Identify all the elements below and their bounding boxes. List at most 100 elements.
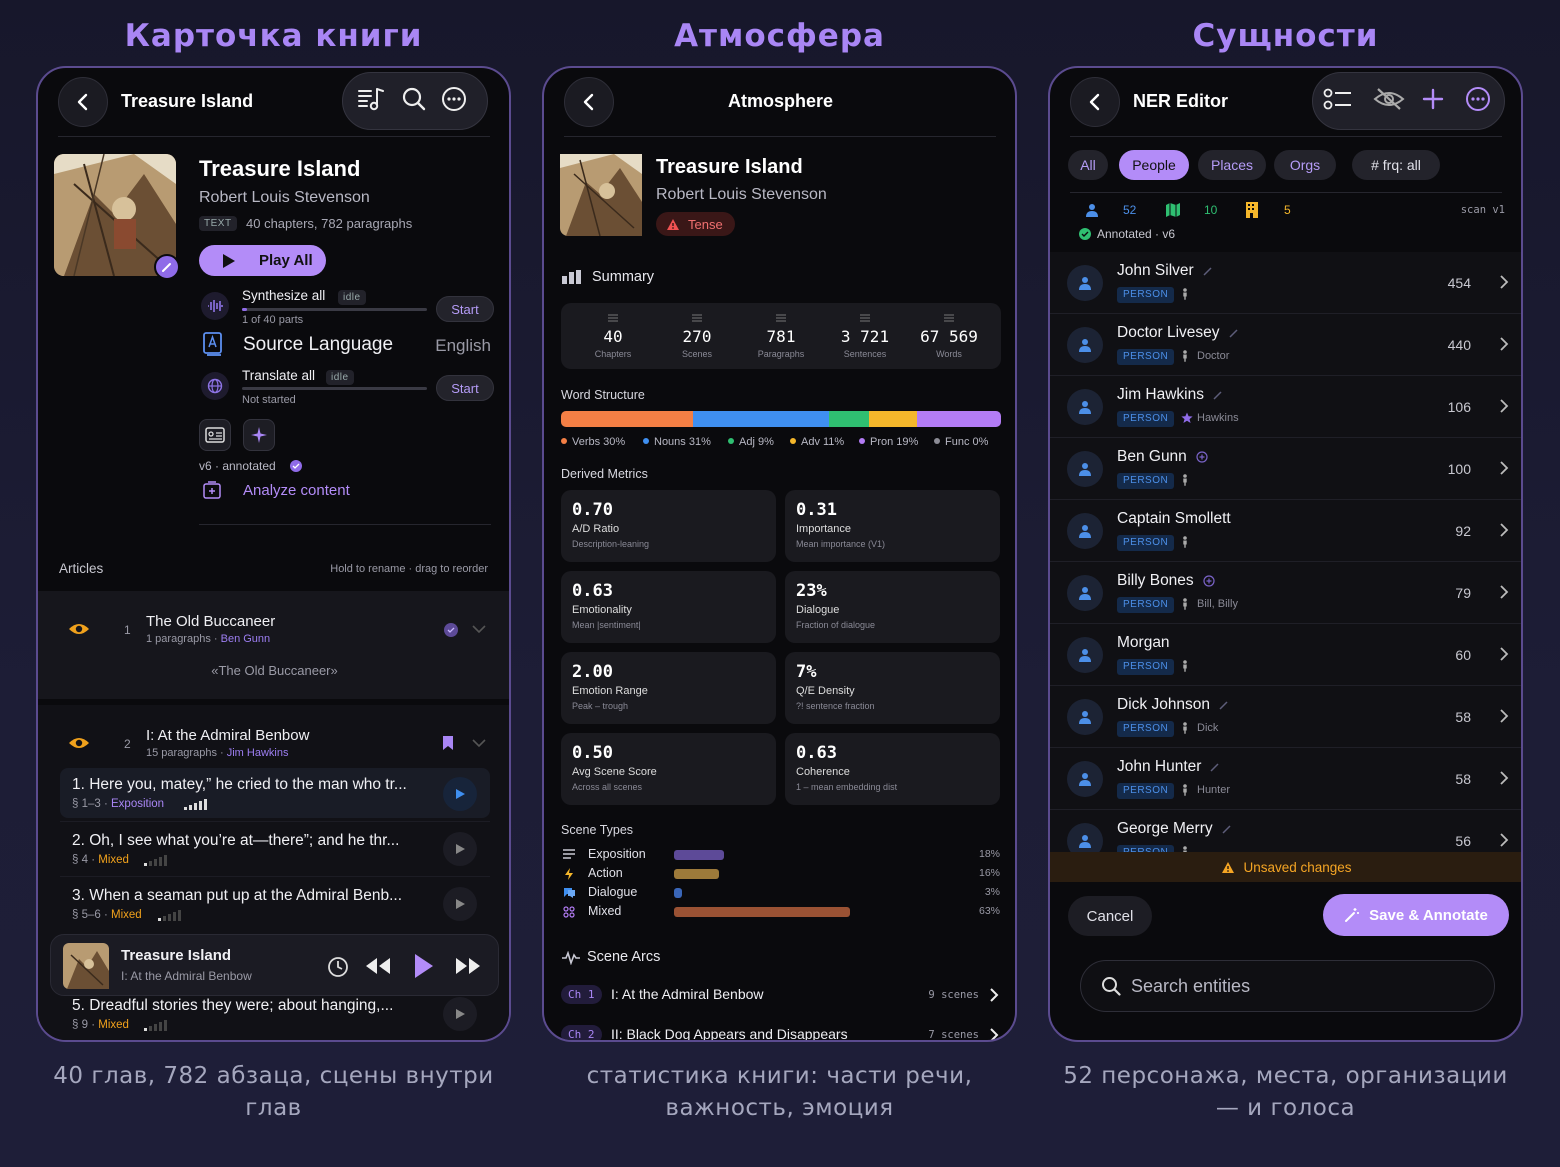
select-list-button[interactable] xyxy=(1323,86,1353,117)
stat-label: Words xyxy=(936,349,962,359)
paragraph-meta: § 9 · Mixed xyxy=(72,1019,129,1031)
entity-list: John Silver PERSON 454 Doctor Livesey PERSON… xyxy=(1050,252,1521,852)
chevron-down-icon[interactable] xyxy=(472,739,486,748)
waveform-icon xyxy=(201,292,229,320)
word-structure-segment xyxy=(868,411,918,427)
phone-book-card: Treasure Island Treasure Island Robert L… xyxy=(36,66,511,1042)
star-icon xyxy=(1181,412,1193,423)
search-entities-field[interactable] xyxy=(1080,960,1495,1012)
add-circle-icon[interactable] xyxy=(1203,575,1215,587)
sleep-timer-icon[interactable] xyxy=(327,956,349,978)
rewind-icon[interactable] xyxy=(365,957,391,975)
metric-card: 7% Q/E Density ?! sentence fraction xyxy=(785,652,1000,724)
edit-icon[interactable] xyxy=(1219,700,1229,710)
annotated-check-icon xyxy=(444,623,458,637)
paragraph-play-button[interactable] xyxy=(443,777,477,811)
metric-card: 0.70 A/D Ratio Description-leaning xyxy=(561,490,776,562)
arc-title: I: At the Admiral Benbow xyxy=(611,986,764,1002)
edit-icon[interactable] xyxy=(1222,824,1232,834)
checklist-icon xyxy=(1323,88,1351,109)
entity-row[interactable]: Jim Hawkins PERSON Hawkins 106 xyxy=(1050,376,1521,438)
scene-arc-row[interactable]: Ch 2 II: Black Dog Appears and Disappear… xyxy=(544,1020,1015,1040)
more-button[interactable] xyxy=(1465,86,1491,117)
edit-icon[interactable] xyxy=(1213,390,1223,400)
filter-chip-places[interactable]: Places xyxy=(1198,150,1266,180)
entity-row[interactable]: Ben Gunn PERSON 100 xyxy=(1050,438,1521,500)
chevron-down-icon[interactable] xyxy=(472,625,486,634)
play-icon[interactable] xyxy=(413,953,435,979)
synthesize-start-button[interactable]: Start xyxy=(436,296,494,322)
stat-icon xyxy=(776,314,786,322)
legend-dot xyxy=(561,438,567,444)
search-icon xyxy=(1102,977,1121,996)
id-card-button[interactable] xyxy=(199,419,231,451)
summary-stat: 270 Scenes xyxy=(655,303,739,369)
paragraph-play-button[interactable] xyxy=(443,997,477,1031)
paragraph-play-button[interactable] xyxy=(443,887,477,921)
source-language-value[interactable]: English xyxy=(435,336,491,356)
playlist-button[interactable] xyxy=(357,86,385,117)
entity-row[interactable]: Billy Bones PERSON Bill, Billy 79 xyxy=(1050,562,1521,624)
chevron-right-icon xyxy=(1500,461,1509,475)
entity-row[interactable]: Morgan PERSON 60 xyxy=(1050,624,1521,686)
summary-stat: 781 Paragraphs xyxy=(739,303,823,369)
frequency-filter-chip[interactable]: # frq: all xyxy=(1352,150,1440,180)
scene-type-label: Mixed xyxy=(588,904,622,918)
play-all-button[interactable]: Play All xyxy=(199,245,326,276)
filter-chip-orgs[interactable]: Orgs xyxy=(1274,150,1336,180)
edit-icon[interactable] xyxy=(1203,266,1213,276)
chevron-right-icon xyxy=(1500,275,1509,289)
bookmark-icon[interactable] xyxy=(442,735,454,751)
analyze-content-link[interactable]: Analyze content xyxy=(243,482,350,499)
article-item[interactable]: 1 The Old Buccaneer 1 paragraphs · Ben G… xyxy=(38,591,509,699)
search-entities-input[interactable] xyxy=(1131,975,1471,997)
caption-atmosphere: статистика книги: части речи, важность, … xyxy=(586,1063,973,1121)
entity-row[interactable]: George Merry PERSON 56 xyxy=(1050,810,1521,852)
back-button[interactable] xyxy=(58,77,108,127)
metric-label: Importance xyxy=(796,523,852,535)
tone-badge: Tense xyxy=(656,212,735,236)
paragraph-play-button[interactable] xyxy=(443,832,477,866)
save-annotate-button[interactable]: Save & Annotate xyxy=(1323,894,1509,936)
paragraph-text[interactable]: 2. Oh, I see what you’re at—there”; and … xyxy=(72,832,399,850)
edit-cover-button[interactable] xyxy=(154,254,180,280)
legend-item: Func 0% xyxy=(934,436,988,448)
sparkle-button[interactable] xyxy=(243,419,275,451)
paragraph-text[interactable]: 3. When a seaman put up at the Admiral B… xyxy=(72,887,402,905)
cancel-button[interactable]: Cancel xyxy=(1068,896,1152,936)
more-icon xyxy=(1466,86,1490,111)
version-label: v6 · annotated xyxy=(199,459,276,473)
filter-chip-people[interactable]: People xyxy=(1119,150,1189,180)
entity-row[interactable]: Doctor Livesey PERSON Doctor 440 xyxy=(1050,314,1521,376)
mini-player[interactable]: Treasure Island I: At the Admiral Benbow xyxy=(50,934,499,996)
visibility-button[interactable] xyxy=(1373,87,1405,116)
edit-icon[interactable] xyxy=(1228,328,1239,338)
filter-chip-all[interactable]: All xyxy=(1068,150,1108,180)
chevron-right-icon xyxy=(1500,771,1509,785)
entity-row[interactable]: John Hunter PERSON Hunter 58 xyxy=(1050,748,1521,810)
entity-row[interactable]: Dick Johnson PERSON Dick 58 xyxy=(1050,686,1521,748)
translate-start-button[interactable]: Start xyxy=(436,375,494,401)
fast-forward-icon[interactable] xyxy=(455,957,481,975)
eye-icon[interactable] xyxy=(68,622,90,636)
back-button[interactable] xyxy=(1070,77,1120,127)
play-icon xyxy=(456,844,465,854)
edit-icon[interactable] xyxy=(1210,762,1220,772)
metric-card: 0.63 Coherence 1 – mean embedding dist xyxy=(785,733,1000,805)
add-circle-icon[interactable] xyxy=(1196,451,1208,463)
eye-icon[interactable] xyxy=(68,736,90,750)
scene-arc-row[interactable]: Ch 1 I: At the Admiral Benbow 9 scenes xyxy=(544,980,1015,1010)
paragraph-item-active[interactable]: 1. Here you, matey,” he cried to the man… xyxy=(60,768,490,818)
search-button[interactable] xyxy=(401,86,427,117)
metric-label: Emotionality xyxy=(572,604,632,616)
synthesize-progress-track xyxy=(242,308,427,311)
more-button[interactable] xyxy=(441,86,467,117)
chevron-left-icon xyxy=(77,93,88,111)
person-icon xyxy=(1079,525,1091,538)
entity-row[interactable]: Captain Smollett PERSON 92 xyxy=(1050,500,1521,562)
scene-type-bar xyxy=(674,869,719,879)
avatar xyxy=(1067,451,1103,487)
add-entity-button[interactable] xyxy=(1421,87,1445,116)
paragraph-text[interactable]: 5. Dreadful stories they were; about han… xyxy=(72,997,393,1015)
entity-row[interactable]: John Silver PERSON 454 xyxy=(1050,252,1521,314)
